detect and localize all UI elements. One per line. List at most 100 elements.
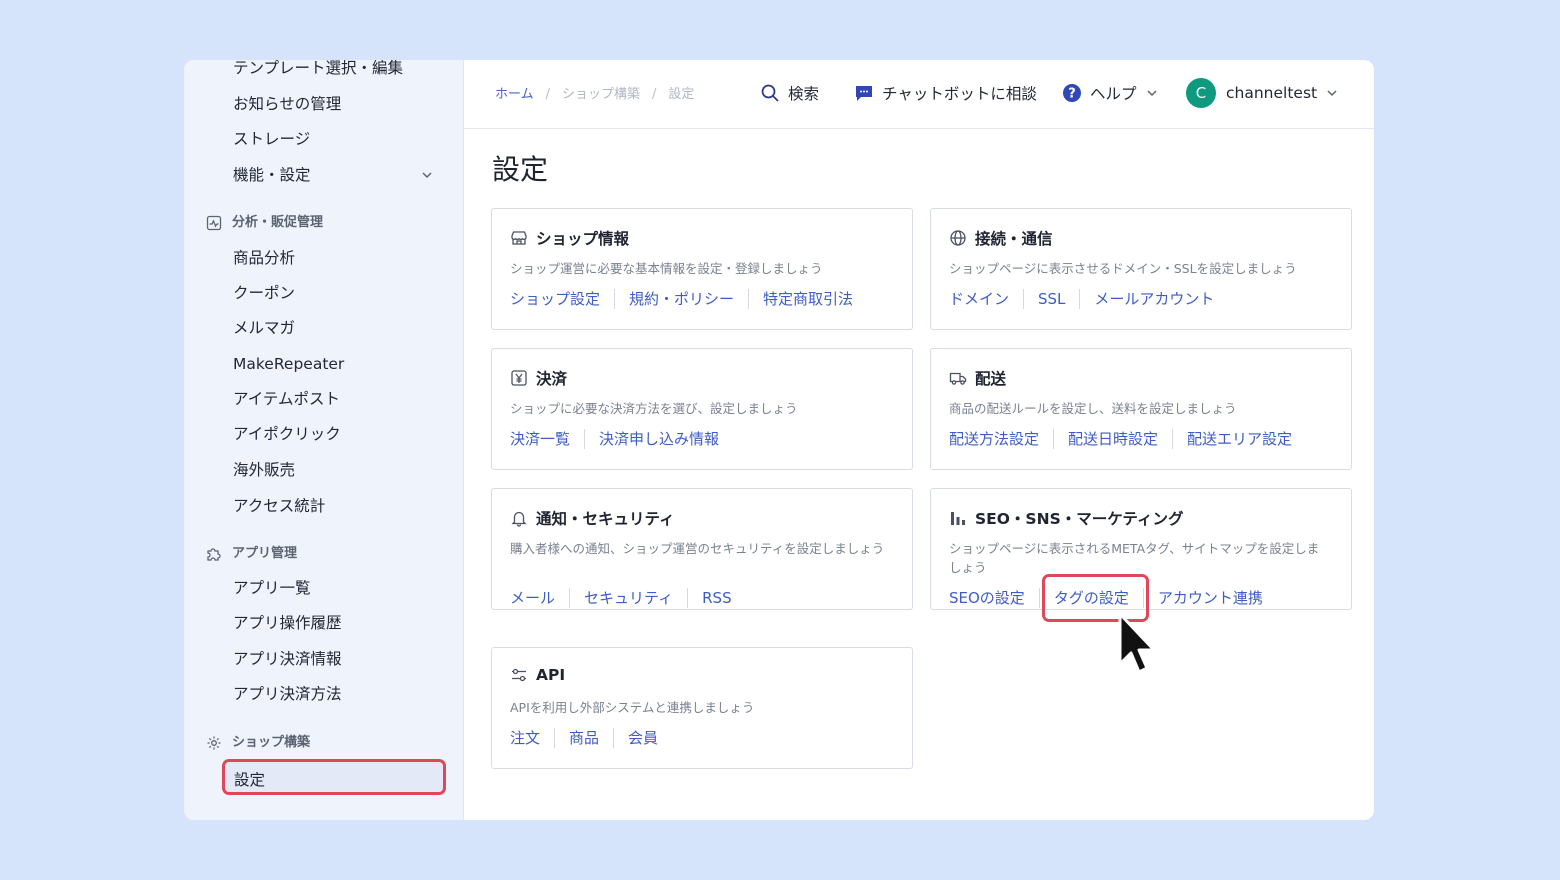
link-payment-list[interactable]: 決済一覧 (510, 429, 584, 449)
card-description: ショップに必要な決済方法を選び、設定しましょう (510, 401, 798, 416)
link-payment-application[interactable]: 決済申し込み情報 (584, 429, 733, 449)
sidebar-item-template[interactable]: テンプレート選択・編集 (233, 60, 403, 78)
breadcrumb-home[interactable]: ホーム (495, 87, 534, 102)
card-title-text: ショップ情報 (536, 230, 630, 248)
sidebar-item-itempost[interactable]: アイテムポスト (233, 389, 340, 409)
sidebar-item-app-history[interactable]: アプリ操作履歴 (233, 613, 342, 633)
chatbot-label: チャットボットに相談 (882, 85, 1037, 103)
link-rss[interactable]: RSS (687, 588, 745, 608)
card-title: 配送 (949, 367, 1006, 389)
page-title: 設定 (492, 153, 549, 186)
sidebar-item-settings[interactable]: 設定 (222, 759, 446, 795)
avatar: C (1186, 78, 1216, 108)
link-terms-policy[interactable]: 規約・ポリシー (614, 289, 748, 309)
app-window: テンプレート選択・編集 お知らせの管理 ストレージ 機能・設定 分析・販促管理 … (184, 60, 1374, 820)
puzzle-icon (207, 548, 221, 561)
svg-text:?: ? (1068, 87, 1076, 102)
gear-icon (207, 736, 221, 750)
search-button[interactable]: 検索 (760, 80, 819, 106)
help-label: ヘルプ (1090, 85, 1137, 103)
card-description: 商品の配送ルールを設定し、送料を設定しましょう (949, 401, 1237, 416)
link-shop-settings[interactable]: ショップ設定 (510, 289, 614, 309)
card-description: 購入者様への通知、ショップ運営のセキュリティを設定しましょう (510, 541, 885, 556)
link-ssl[interactable]: SSL (1023, 289, 1079, 309)
sidebar-item-storage[interactable]: ストレージ (233, 129, 310, 149)
card-description: ショップページに表示されるMETAタグ、サイトマップを設定しましょう (949, 541, 1320, 575)
link-security[interactable]: セキュリティ (569, 588, 687, 608)
sidebar: テンプレート選択・編集 お知らせの管理 ストレージ 機能・設定 分析・販促管理 … (184, 60, 464, 820)
card-title: ショップ情報 (510, 227, 629, 249)
sidebar-item-app-list[interactable]: アプリ一覧 (233, 578, 311, 598)
sidebar-section-shop: ショップ構築 (206, 734, 310, 752)
card-links: ショップ設定 規約・ポリシー 特定商取引法 (510, 289, 867, 309)
card-title-text: 接続・通信 (975, 230, 1053, 248)
username: channeltest (1226, 84, 1318, 102)
sidebar-section-apps: アプリ管理 (206, 545, 297, 563)
sidebar-item-features[interactable]: 機能・設定 (233, 165, 311, 185)
main-content: ホーム / ショップ構築 / 設定 検索 チャットボットに相談 ? ヘルプ C chan… (464, 60, 1374, 820)
link-domain[interactable]: ドメイン (949, 289, 1023, 309)
sidebar-item-makerepeater[interactable]: MakeRepeater (233, 354, 344, 374)
sidebar-section-label: 分析・販促管理 (232, 215, 324, 230)
card-title: API (510, 666, 565, 684)
sidebar-item-mailmag[interactable]: メルマガ (233, 318, 295, 338)
card-links: 配送方法設定 配送日時設定 配送エリア設定 (949, 429, 1306, 449)
card-links: メール セキュリティ RSS (510, 588, 746, 608)
sidebar-section-analytics: 分析・販促管理 (206, 214, 323, 232)
chevron-down-icon (1327, 90, 1337, 97)
card-notification-security: 通知・セキュリティ 購入者様への通知、ショップ運営のセキュリティを設定しましょう… (491, 488, 913, 610)
user-menu[interactable]: C channeltest (1186, 77, 1339, 109)
sidebar-section-label: ショップ構築 (232, 735, 311, 750)
card-description: APIを利用し外部システムと連携しましょう (510, 700, 755, 715)
sidebar-item-overseas[interactable]: 海外販売 (233, 460, 295, 480)
link-orders[interactable]: 注文 (510, 728, 554, 748)
card-title: 通知・セキュリティ (510, 507, 675, 529)
analytics-icon (206, 215, 222, 231)
card-title-text: 配送 (975, 370, 1007, 388)
sidebar-item-news[interactable]: お知らせの管理 (233, 94, 341, 114)
link-shipping-datetime[interactable]: 配送日時設定 (1053, 429, 1172, 449)
sidebar-item-app-payment-method[interactable]: アプリ決済方法 (233, 684, 342, 704)
chevron-down-icon[interactable] (420, 168, 434, 182)
link-members[interactable]: 会員 (613, 728, 672, 748)
chatbot-button[interactable]: チャットボットに相談 (854, 80, 1037, 106)
top-bar: ホーム / ショップ構築 / 設定 検索 チャットボットに相談 ? ヘルプ C chan… (464, 60, 1374, 129)
sidebar-item-product-analysis[interactable]: 商品分析 (233, 248, 295, 268)
yen-icon (511, 370, 527, 386)
link-seo-settings[interactable]: SEOの設定 (949, 588, 1039, 608)
link-products[interactable]: 商品 (554, 728, 613, 748)
search-icon (761, 84, 779, 102)
chevron-down-icon (1146, 90, 1157, 97)
sidebar-item-coupon[interactable]: クーポン (233, 283, 295, 303)
breadcrumb-shop[interactable]: ショップ構築 (562, 87, 640, 102)
help-menu[interactable]: ? ヘルプ (1062, 80, 1159, 106)
card-title-text: 通知・セキュリティ (536, 510, 675, 528)
card-payment: 決済 ショップに必要な決済方法を選び、設定しましょう 決済一覧 決済申し込み情報 (491, 348, 913, 470)
link-shipping-method[interactable]: 配送方法設定 (949, 429, 1053, 449)
breadcrumb-current: 設定 (668, 87, 695, 102)
globe-icon (950, 230, 966, 246)
sidebar-item-aipoclick[interactable]: アイポクリック (233, 424, 341, 444)
card-description: ショップ運営に必要な基本情報を設定・登録しましょう (510, 261, 823, 276)
card-shop-info: ショップ情報 ショップ運営に必要な基本情報を設定・登録しましょう ショップ設定 … (491, 208, 913, 330)
link-shipping-area[interactable]: 配送エリア設定 (1172, 429, 1306, 449)
card-title-text: API (536, 666, 566, 684)
sidebar-item-app-payment-info[interactable]: アプリ決済情報 (233, 649, 342, 669)
link-commerce-law[interactable]: 特定商取引法 (748, 289, 867, 309)
card-title-text: 決済 (536, 370, 568, 388)
link-mail-account[interactable]: メールアカウント (1079, 289, 1228, 309)
sidebar-item-label: 設定 (234, 771, 266, 789)
sidebar-item-access-stats[interactable]: アクセス統計 (233, 496, 325, 516)
card-title: 決済 (510, 367, 567, 389)
link-mail[interactable]: メール (510, 588, 569, 608)
card-title: 接続・通信 (949, 227, 1053, 249)
bar-chart-icon (951, 512, 965, 525)
card-description: ショップページに表示させるドメイン・SSLを設定しましょう (949, 261, 1297, 276)
search-label: 検索 (788, 85, 820, 103)
card-shipping: 配送 商品の配送ルールを設定し、送料を設定しましょう 配送方法設定 配送日時設定… (930, 348, 1352, 470)
store-icon (511, 231, 527, 245)
card-connection: 接続・通信 ショップページに表示させるドメイン・SSLを設定しましょう ドメイン… (930, 208, 1352, 330)
link-account-linkage[interactable]: アカウント連携 (1142, 588, 1277, 608)
mouse-cursor-icon (1118, 612, 1156, 674)
truck-icon (949, 372, 967, 385)
